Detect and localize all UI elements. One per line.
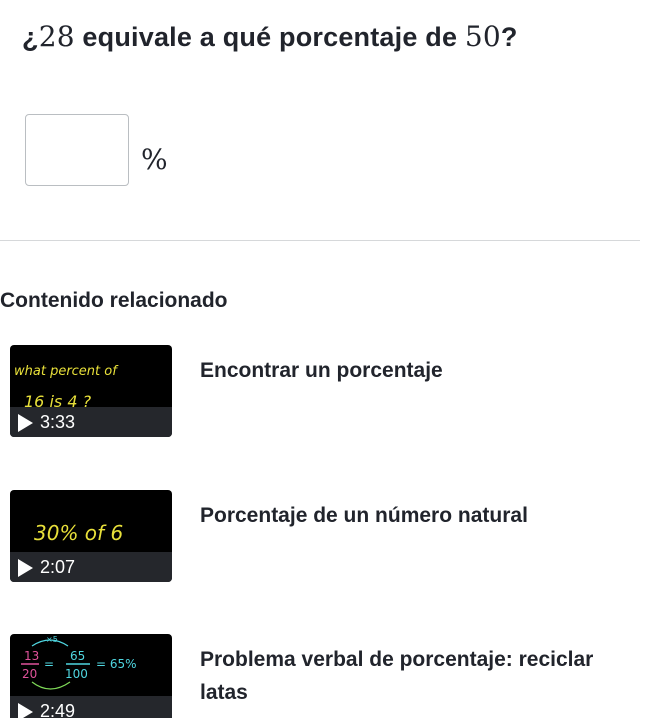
- thumb-text: 13: [24, 649, 39, 663]
- question-text: ¿28 equivale a qué porcentaje de 50?: [22, 20, 518, 53]
- related-content-title: Contenido relacionado: [0, 289, 228, 312]
- arrow-curve: [31, 681, 71, 690]
- video-title-link[interactable]: Porcentaje de un número natural: [200, 499, 620, 532]
- duration-bar: 2:07: [10, 552, 172, 582]
- video-thumbnail[interactable]: 30% of 6 2:07: [10, 490, 172, 582]
- thumb-text: 20: [22, 667, 37, 681]
- thumb-text: 30% of 6: [34, 521, 123, 545]
- video-duration: 2:49: [40, 701, 76, 718]
- video-thumbnail[interactable]: what percent of 16 is 4 ? 3:33: [10, 345, 172, 437]
- question-number-1: 28: [38, 20, 75, 53]
- video-title-link[interactable]: Encontrar un porcentaje: [200, 354, 620, 387]
- thumb-text: =: [44, 657, 54, 671]
- answer-input[interactable]: [25, 114, 129, 186]
- question-prefix: ¿: [22, 22, 39, 52]
- play-icon: [18, 703, 33, 718]
- play-icon: [18, 414, 33, 432]
- percent-unit: %: [141, 143, 168, 176]
- thumb-text: 65: [70, 649, 85, 663]
- video-duration: 3:33: [40, 412, 76, 432]
- related-video-1[interactable]: what percent of 16 is 4 ? 3:33 Encontrar…: [10, 345, 650, 437]
- video-thumbnail[interactable]: 13 20 = 65 100 = 65% ×5 2:49: [10, 634, 172, 718]
- play-icon: [18, 559, 33, 577]
- video-duration: 2:07: [40, 557, 76, 577]
- question-middle: equivale a qué porcentaje de: [74, 22, 465, 52]
- exercise-page: ¿28 equivale a qué porcentaje de 50? % C…: [0, 0, 664, 718]
- question-suffix: ?: [500, 22, 518, 52]
- divider: [0, 240, 640, 241]
- question-number-2: 50: [464, 20, 501, 53]
- related-video-3[interactable]: 13 20 = 65 100 = 65% ×5 2:49 Problema ve…: [10, 634, 650, 718]
- thumb-text: 100: [65, 667, 88, 681]
- duration-bar: 2:49: [10, 696, 172, 718]
- video-title-link[interactable]: Problema verbal de porcentaje: reciclar …: [200, 643, 620, 709]
- thumb-text: ×5: [46, 635, 58, 644]
- related-video-2[interactable]: 30% of 6 2:07 Porcentaje de un número na…: [10, 490, 650, 582]
- thumb-text: what percent of: [14, 364, 119, 379]
- thumb-text: = 65%: [96, 657, 137, 671]
- duration-bar: 3:33: [10, 407, 172, 437]
